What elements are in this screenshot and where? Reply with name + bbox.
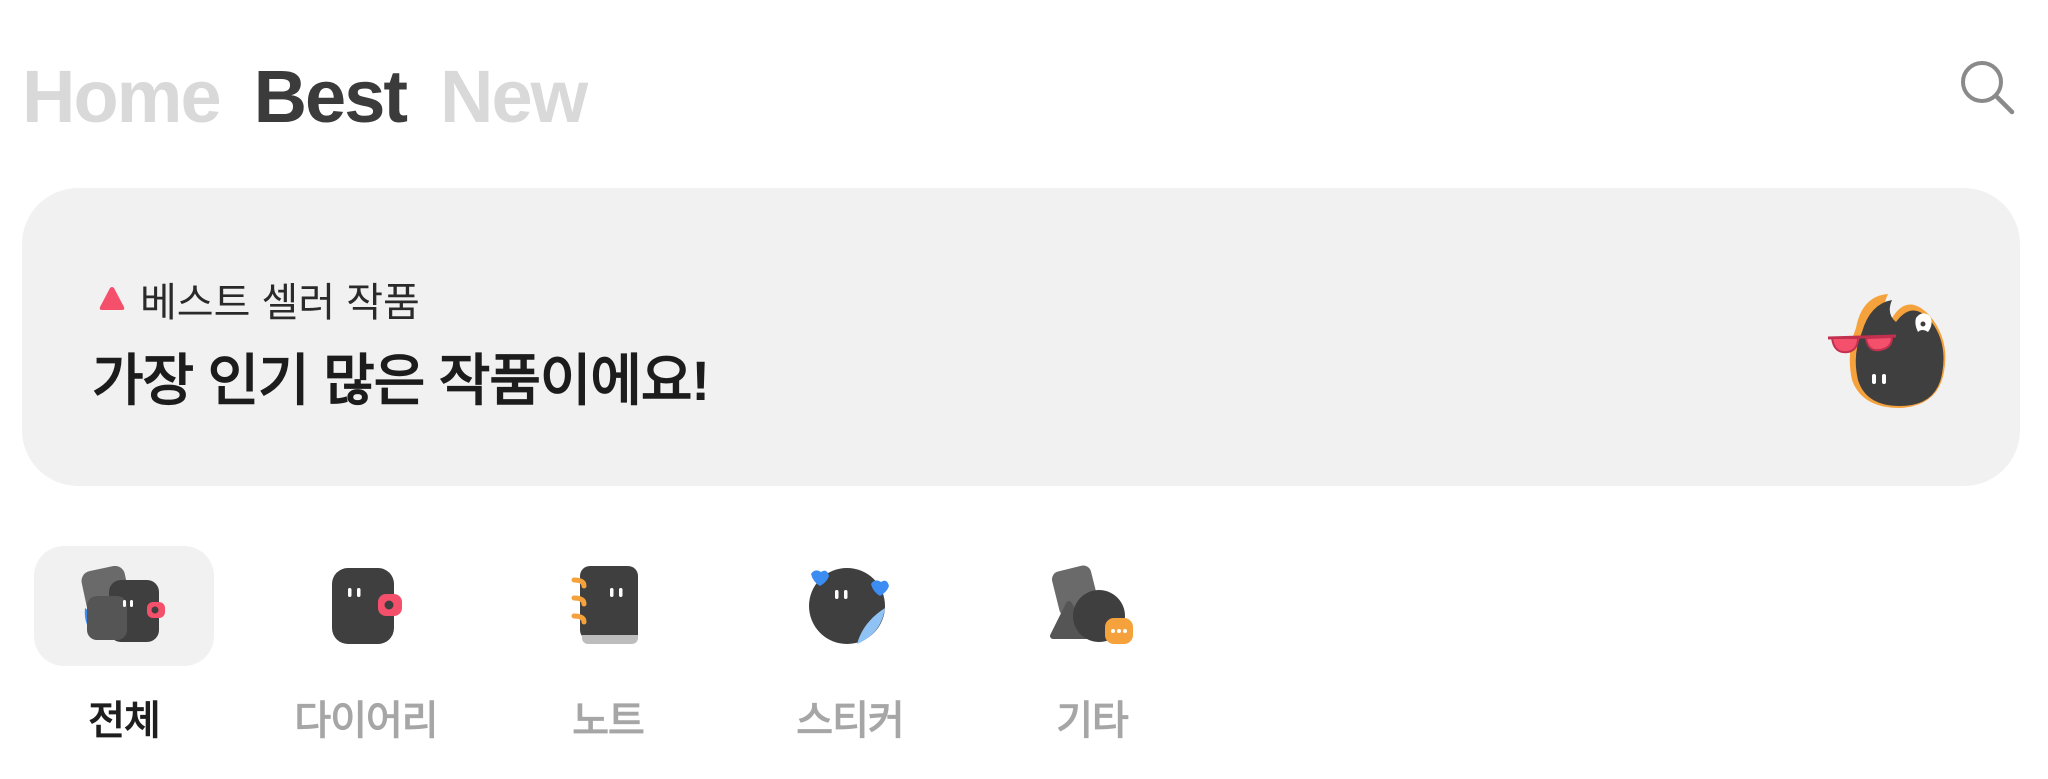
category-etc-icon-box bbox=[1002, 546, 1182, 666]
category-sticker-label: 스티커 bbox=[796, 699, 904, 743]
category-sticker-icon-box bbox=[760, 546, 940, 666]
note-icon bbox=[571, 566, 638, 644]
tab-best[interactable]: Best bbox=[254, 60, 408, 134]
tab-new[interactable]: New bbox=[440, 60, 588, 134]
banner-eyebrow: 베스트 셀러 작품 bbox=[98, 270, 420, 328]
category-sticker[interactable]: 스티커 bbox=[760, 546, 940, 746]
category-diary-label: 다이어리 bbox=[294, 699, 438, 743]
banner-eyebrow-label: 베스트 셀러 작품 bbox=[140, 281, 420, 325]
category-diary[interactable]: 다이어리 bbox=[276, 546, 456, 746]
category-note[interactable]: 노트 bbox=[518, 546, 698, 746]
bestseller-banner[interactable]: 베스트 셀러 작품 가장 인기 많은 작품이에요! bbox=[22, 188, 2020, 486]
category-etc-label: 기타 bbox=[1056, 699, 1129, 743]
tab-home[interactable]: Home bbox=[22, 60, 222, 134]
sticker-icon bbox=[809, 568, 889, 644]
banner-headline: 가장 인기 많은 작품이에요! bbox=[92, 349, 710, 412]
top-nav: Home Best New bbox=[22, 44, 588, 134]
category-note-label: 노트 bbox=[572, 699, 645, 743]
all-category-icon bbox=[81, 566, 165, 642]
category-note-icon-box bbox=[518, 546, 698, 666]
search-button[interactable] bbox=[1958, 58, 2016, 116]
etc-icon bbox=[1050, 565, 1133, 644]
category-all-icon-box bbox=[34, 546, 214, 666]
search-icon bbox=[1961, 61, 2015, 115]
triangle-icon bbox=[99, 287, 125, 310]
fire-mascot-icon bbox=[1827, 294, 1946, 408]
category-all[interactable]: 전체 bbox=[34, 546, 214, 746]
diary-icon bbox=[332, 568, 402, 644]
category-etc[interactable]: 기타 bbox=[1002, 546, 1182, 746]
category-all-label: 전체 bbox=[88, 699, 161, 743]
category-diary-icon-box bbox=[276, 546, 456, 666]
